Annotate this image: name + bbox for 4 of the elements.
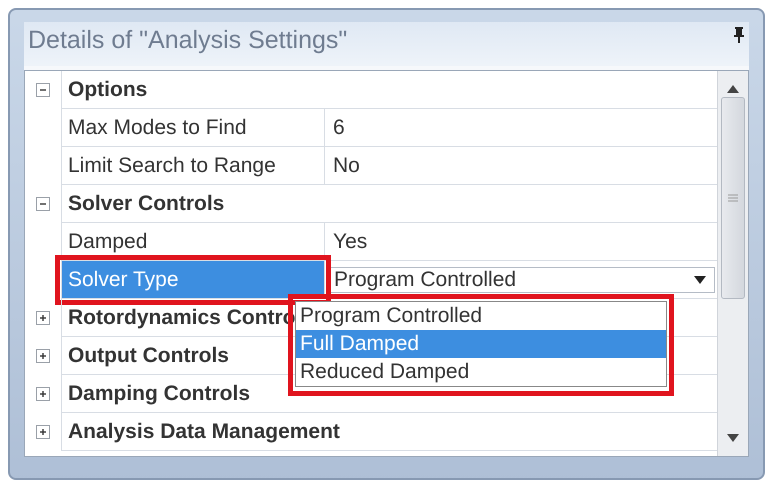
window-title: Details of "Analysis Settings": [28, 26, 348, 55]
property-value: Yes: [325, 223, 717, 261]
property-value: 6: [325, 109, 717, 147]
property-value: No: [325, 147, 717, 185]
